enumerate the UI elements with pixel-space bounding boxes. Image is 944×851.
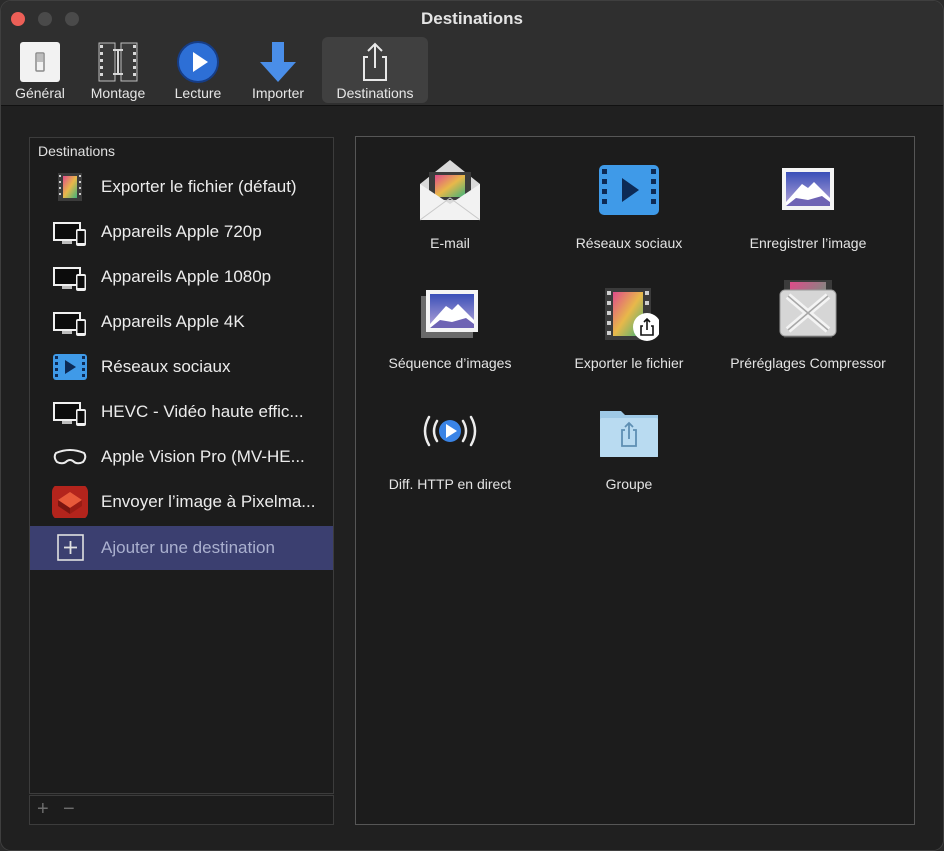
gallery-item-compressor[interactable]: Préréglages Compressor [719,262,897,382]
switch-icon [20,42,60,82]
content-area: Destinations Exporter le fichier (défaut… [1,106,943,850]
vision-pro-icon [53,449,87,465]
list-footer: + − [29,795,334,825]
preferences-window: Destinations Général Montage Lecture Imp… [0,0,944,851]
list-item-label: Exporter le fichier (défaut) [101,177,297,196]
gallery-item-label: Groupe [605,476,653,492]
toolbar-montage[interactable]: Montage [83,37,153,103]
apple-devices-icon [53,222,86,246]
apple-devices-icon [53,267,86,291]
gallery-item-label: Exporter le fichier [574,355,684,371]
film-frame-icon [58,173,82,201]
toolbar-lecture[interactable]: Lecture [165,37,231,103]
toolbar-label: Général [15,85,65,101]
film-strip-icon [98,42,138,82]
list-item[interactable]: Appareils Apple 1080p [30,255,333,299]
share-icon [363,42,387,81]
social-video-icon [599,165,659,215]
image-stack-icon [421,290,478,338]
gallery-item-export-file[interactable]: Exporter le fichier [540,262,718,382]
list-item[interactable]: Apple Vision Pro (MV-HE... [30,435,333,479]
list-header-label: Destinations [38,143,116,159]
gallery-item-label: Réseaux sociaux [575,235,683,251]
list-item-label: Appareils Apple 1080p [101,267,272,286]
apple-devices-icon [53,312,86,336]
toolbar-label: Destinations [336,85,414,101]
gallery-item-http-live[interactable]: Diff. HTTP en direct [361,383,539,503]
list-item-label: Ajouter une destination [101,538,275,557]
social-video-icon [53,354,87,380]
add-destination-item[interactable]: Ajouter une destination [30,526,333,570]
apple-devices-icon [53,402,86,426]
window-title: Destinations [420,9,524,28]
compressor-icon [779,280,837,338]
folder-share-icon [600,411,658,457]
gallery-item-save-image[interactable]: Enregistrer l’image [719,142,897,262]
list-item[interactable]: Appareils Apple 4K [30,300,333,344]
remove-destination-button[interactable]: − [63,798,75,821]
toolbar-label: Montage [90,85,146,101]
list-item[interactable]: Appareils Apple 720p [30,210,333,254]
mail-envelope-icon [420,160,480,221]
gallery-item-label: Diff. HTTP en direct [388,476,512,492]
list-item[interactable]: Réseaux sociaux [30,345,333,389]
gallery-item-label: Enregistrer l’image [749,235,867,251]
list-item-label: HEVC - Vidéo haute effic... [101,402,304,421]
destinations-list[interactable]: Exporter le fichier (défaut) Appareils A… [29,165,334,794]
download-arrow-icon [260,42,296,82]
image-icon [782,168,834,210]
toolbar-label: Importer [251,85,305,101]
toolbar-label: Lecture [174,85,222,101]
gallery-item-label: Préréglages Compressor [730,355,886,371]
list-item-label: Envoyer l’image à Pixelma... [101,492,316,511]
list-item-label: Appareils Apple 720p [101,222,262,241]
toolbar-destinations[interactable]: Destinations [322,37,428,103]
toolbar-importer[interactable]: Importer [243,37,313,103]
play-icon [177,41,219,83]
list-item[interactable]: Envoyer l’image à Pixelma... [30,480,333,524]
gallery-item-social[interactable]: Réseaux sociaux [540,142,718,262]
list-item[interactable]: Exporter le fichier (défaut) [30,165,333,209]
titlebar: Destinations Général Montage Lecture Imp… [1,1,943,106]
list-item-label: Appareils Apple 4K [101,312,245,331]
pixelmator-icon [52,486,88,518]
list-item-label: Apple Vision Pro (MV-HE... [101,447,305,466]
gallery-item-label: E-mail [430,235,470,251]
gallery-item-email[interactable]: E-mail [361,142,539,262]
list-item-label: Réseaux sociaux [101,357,231,376]
destinations-list-header: Destinations [29,137,334,166]
live-broadcast-icon [423,415,477,447]
export-file-icon [605,288,659,341]
toolbar-general[interactable]: Général [7,37,73,103]
destination-gallery: E-mail Réseaux sociaux Enregistrer l’ima… [355,136,915,825]
list-item[interactable]: HEVC - Vidéo haute effic... [30,390,333,434]
gallery-item-image-sequence[interactable]: Séquence d’images [361,262,539,382]
gallery-item-group[interactable]: Groupe [540,383,718,503]
gallery-item-label: Séquence d’images [388,355,512,371]
add-box-icon [57,534,84,561]
add-destination-button[interactable]: + [37,798,49,821]
